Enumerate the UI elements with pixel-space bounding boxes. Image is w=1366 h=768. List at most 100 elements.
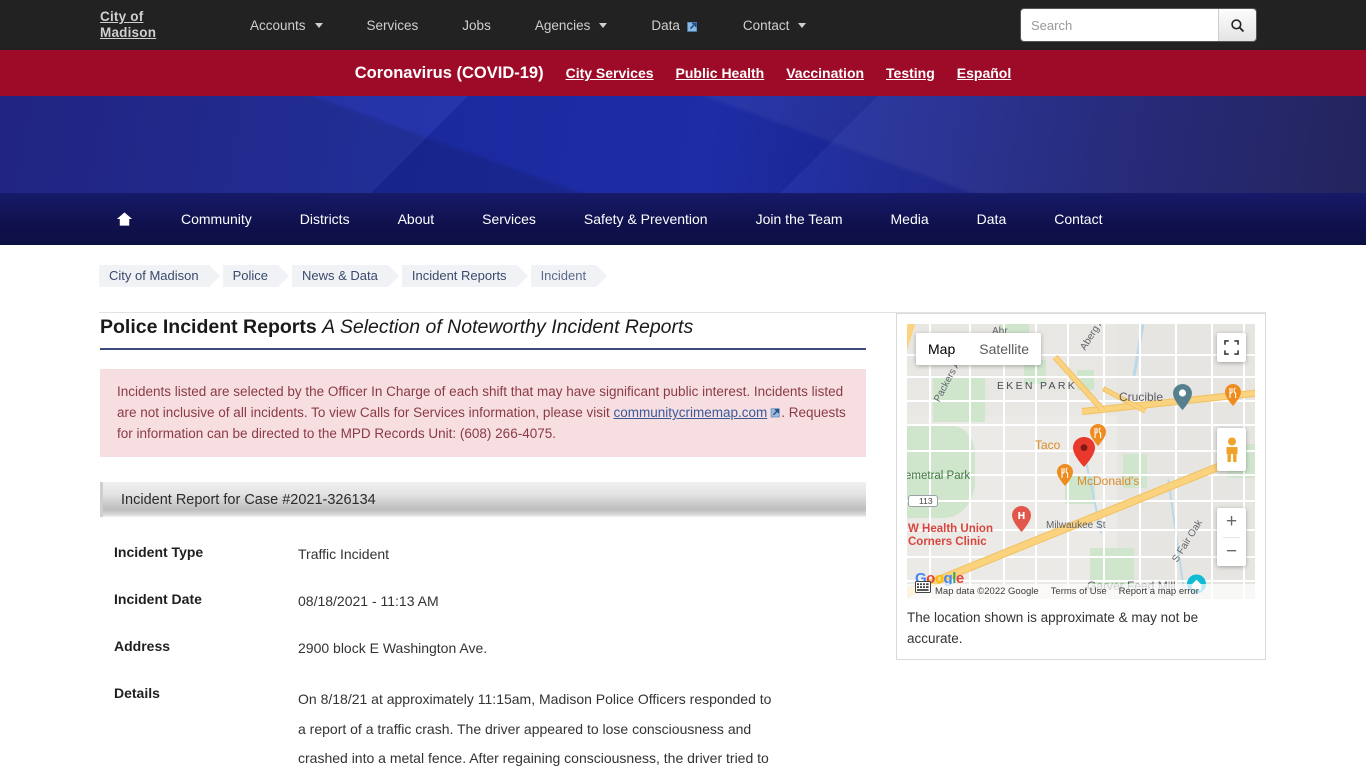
communitycrimemap-link[interactable]: communitycrimemap.com [613,405,767,420]
nav-item-services[interactable]: Services [458,211,560,227]
nav-item-about[interactable]: About [374,211,459,227]
map-label-taco: Taco [1035,438,1061,452]
city-nav-item-agencies[interactable]: Agencies [513,18,630,33]
keyboard-shortcuts-icon [915,581,931,593]
map-label-mcdonalds: McDonald's [1077,474,1140,488]
map-label-clinic-line1: W Health Union [908,523,993,535]
svg-text:H: H [1018,511,1026,522]
city-nav-item-contact[interactable]: Contact [721,18,829,33]
covid-link-testing[interactable]: Testing [886,65,935,81]
restaurant-poi-pin[interactable] [1225,384,1241,406]
map-road [1211,324,1213,599]
police-main-nav: Community Districts About Services Safet… [0,193,1366,245]
nav-item-home[interactable] [100,211,157,227]
map-zoom-controls: + − [1217,508,1246,566]
map-road [907,424,1255,426]
map-road [1139,324,1141,599]
covid-link-espanol[interactable]: Español [957,65,1011,81]
covid-banner-title: Coronavirus (COVID-19) [354,63,544,82]
nav-item-join-the-team[interactable]: Join the Team [732,211,867,227]
google-map[interactable]: Map Satellite + − H EKEN PARK Packers Av… [907,324,1255,599]
map-report-error-link[interactable]: Report a map error [1119,586,1199,597]
main-content: Police Incident Reports A Selection of N… [0,313,1366,768]
nav-item-contact[interactable]: Contact [1030,211,1126,227]
map-type-map-button[interactable]: Map [916,333,968,365]
chevron-down-icon [599,22,608,28]
breadcrumb-item-police[interactable]: Police [222,265,290,287]
field-label: Incident Type [114,544,204,560]
city-nav-label: Agencies [534,17,591,33]
search-icon [1231,18,1245,32]
external-link-icon [686,20,699,33]
city-nav-item-accounts[interactable]: Accounts [228,18,345,33]
field-row-details: Details On 8/18/21 at approximately 11:1… [100,685,866,768]
city-nav-item-jobs[interactable]: Jobs [440,18,513,33]
city-brand-line1: City of [100,9,144,24]
covid-alert-banner: Coronavirus (COVID-19) City Services Pub… [0,50,1366,96]
search-submit-button[interactable] [1218,9,1256,41]
city-nav-label: Accounts [250,17,306,33]
page-title-subtitle: A Selection of Noteworthy Incident Repor… [322,316,694,338]
incident-location-pin[interactable] [1073,437,1095,467]
nav-item-community[interactable]: Community [157,211,276,227]
field-label: Details [114,685,160,701]
map-road [929,324,931,599]
business-poi-pin[interactable] [1173,384,1192,410]
map-type-satellite-button[interactable]: Satellite [967,333,1042,365]
map-label-eken-park: EKEN PARK [997,380,1078,392]
location-map-card: Map Satellite + − H EKEN PARK Packers Av… [896,313,1266,660]
covid-link-public-health[interactable]: Public Health [676,65,765,81]
nav-item-media[interactable]: Media [867,211,953,227]
map-attribution-text: Map data ©2022 Google [935,586,1039,597]
fullscreen-icon [1224,340,1239,355]
map-fullscreen-button[interactable] [1217,333,1246,362]
map-shield-highway-113: 113 [908,495,938,507]
hospital-poi-pin[interactable]: H [1012,506,1031,532]
nav-item-data[interactable]: Data [953,211,1031,227]
map-keyboard-shortcuts-button[interactable] [915,580,931,598]
map-attribution-bar: Map data ©2022 Google Terms of Use Repor… [907,584,1255,599]
search-input[interactable] [1021,9,1218,41]
map-label-demetral-park: emetral Park [907,470,971,482]
city-top-bar: City of Madison Accounts Services Jobs A… [0,0,1366,50]
city-nav-item-data[interactable]: Data [629,18,721,33]
map-label-crucible: Crucible [1119,390,1164,404]
map-road [1103,324,1105,599]
breadcrumb-item-incident: Incident [530,265,607,287]
map-street-view-pegman[interactable] [1217,428,1246,471]
external-link-icon [770,403,781,418]
breadcrumb-item-news-data[interactable]: News & Data [292,265,399,287]
city-nav-label: Contact [742,17,790,33]
home-icon [116,212,133,226]
restaurant-poi-pin[interactable] [1057,464,1073,486]
breadcrumb-item-city-of-madison[interactable]: City of Madison [99,265,220,287]
map-road [907,500,1255,502]
field-row-incident-type: Incident Type Traffic Incident [100,544,866,564]
field-value: Traffic Incident [298,546,390,562]
nav-item-safety-prevention[interactable]: Safety & Prevention [560,211,732,227]
disclaimer-notice: Incidents listed are selected by the Off… [100,369,866,457]
field-value: On 8/18/21 at approximately 11:15am, Mad… [298,691,772,767]
city-of-madison-logo[interactable]: City of Madison [100,9,220,41]
nav-item-districts[interactable]: Districts [276,211,374,227]
map-label-milwaukee-st: Milwaukee St [1046,520,1106,531]
field-row-address: Address 2900 block E Washington Ave. [100,638,866,658]
city-nav-item-services[interactable]: Services [345,18,441,33]
breadcrumb-item-incident-reports[interactable]: Incident Reports [401,265,528,287]
field-label: Incident Date [114,591,202,607]
covid-link-city-services[interactable]: City Services [566,65,654,81]
chevron-down-icon [798,22,807,28]
site-search [1021,9,1256,41]
map-road [1035,324,1037,599]
map-label-clinic-line2: Corners Clinic [908,536,987,548]
covid-link-vaccination[interactable]: Vaccination [786,65,864,81]
chevron-down-icon [314,22,323,28]
field-value: 08/18/2021 - 11:13 AM [298,593,439,609]
map-zoom-out-button[interactable]: − [1217,538,1246,567]
map-column: Map Satellite + − H EKEN PARK Packers Av… [896,313,1266,768]
map-terms-of-use-link[interactable]: Terms of Use [1051,586,1107,597]
city-brand-line2: Madison [100,25,157,40]
map-zoom-in-button[interactable]: + [1217,508,1246,537]
map-road [907,556,1255,558]
city-nav-label: Services [366,17,419,33]
